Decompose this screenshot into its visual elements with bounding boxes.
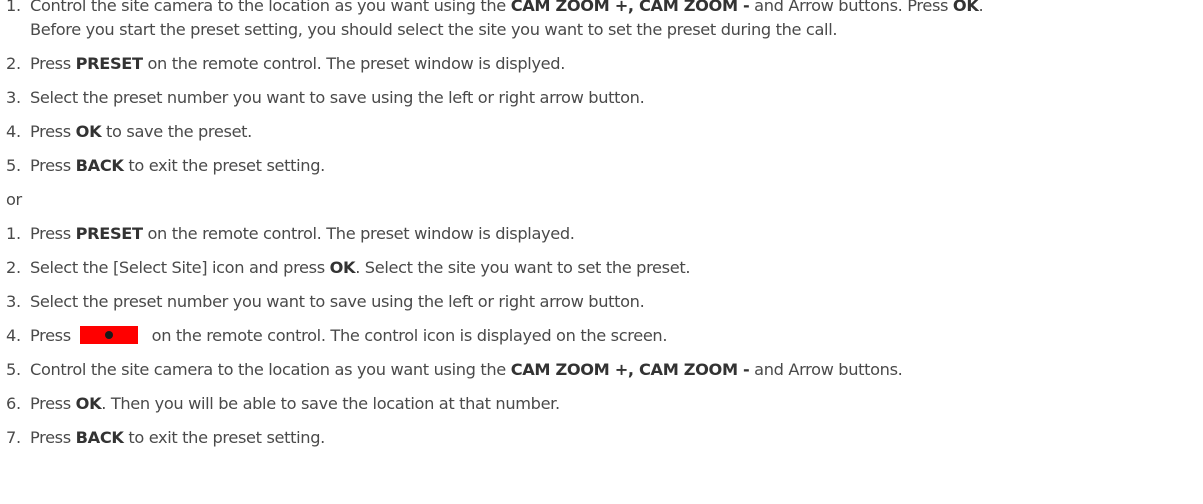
item-number: 6.	[6, 394, 21, 413]
red-record-button-icon	[79, 325, 138, 344]
list-a-item-1: 1. Control the site camera to the locati…	[0, 0, 1203, 42]
item-number: 3.	[6, 292, 21, 311]
bold-term: OK	[75, 122, 102, 141]
bold-term: OK	[952, 0, 979, 15]
list-b-item-6: 6. Press OK. Then you will be able to sa…	[0, 392, 1203, 416]
bold-term: CAM ZOOM +, CAM ZOOM -	[510, 0, 750, 15]
item-line-1: Control the site camera to the location …	[30, 0, 1203, 18]
item-number: 2.	[6, 258, 21, 277]
item-number: 2.	[6, 54, 21, 73]
item-number: 5.	[6, 156, 21, 175]
list-b-item-5: 5. Control the site camera to the locati…	[0, 358, 1203, 382]
item-number: 4.	[6, 122, 21, 141]
list-b-item-2: 2. Select the [Select Site] icon and pre…	[0, 256, 1203, 280]
item-line-2: Before you start the preset setting, you…	[30, 20, 838, 39]
bold-term: BACK	[75, 428, 124, 447]
bold-term: OK	[329, 258, 356, 277]
instructions-document: 1. Control the site camera to the locati…	[0, 0, 1203, 460]
bold-term: OK	[75, 394, 102, 413]
item-number: 1.	[6, 0, 21, 15]
list-b-item-1: 1. Press PRESET on the remote control. T…	[0, 222, 1203, 246]
item-number: 5.	[6, 360, 21, 379]
list-a-item-3: 3. Select the preset number you want to …	[0, 86, 1203, 110]
item-number: 7.	[6, 428, 21, 447]
list-a-item-2: 2. Press PRESET on the remote control. T…	[0, 52, 1203, 76]
bold-term: CAM ZOOM +, CAM ZOOM -	[510, 360, 750, 379]
item-number: 4.	[6, 326, 21, 345]
list-a-item-4: 4. Press OK to save the preset.	[0, 120, 1203, 144]
list-a-item-5: 5. Press BACK to exit the preset setting…	[0, 154, 1203, 178]
bold-term: PRESET	[75, 54, 143, 73]
or-separator: or	[6, 190, 22, 209]
item-number: 1.	[6, 224, 21, 243]
bold-term: BACK	[75, 156, 124, 175]
list-b-item-3: 3. Select the preset number you want to …	[0, 290, 1203, 314]
item-number: 3.	[6, 88, 21, 107]
list-b-item-7: 7. Press BACK to exit the preset setting…	[0, 426, 1203, 450]
bold-term: PRESET	[75, 224, 143, 243]
dot-icon	[104, 330, 113, 339]
list-b-item-4: 4. Press on the remote control. The cont…	[0, 324, 1203, 348]
